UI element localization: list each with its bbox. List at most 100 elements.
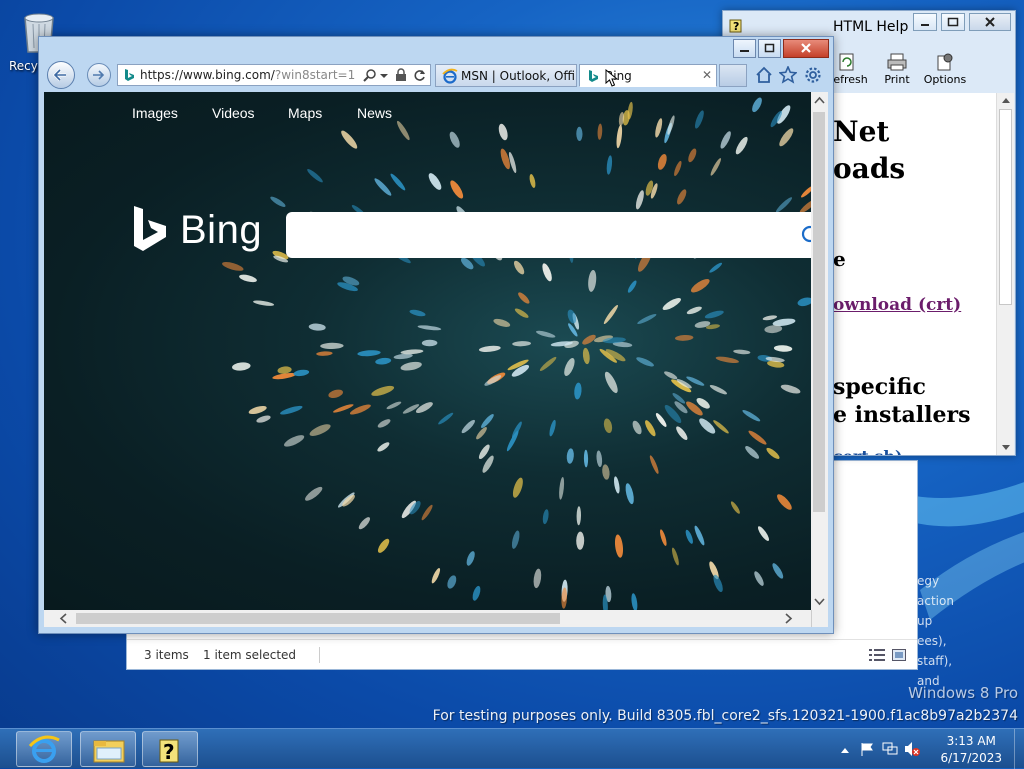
- help-scroll-thumb[interactable]: [999, 109, 1012, 305]
- paddleboard-shape: [478, 345, 501, 353]
- ie-close-button[interactable]: [783, 39, 829, 58]
- paddleboard-shape: [772, 563, 784, 579]
- close-tab-icon[interactable]: ✕: [702, 68, 712, 82]
- system-tray: 3:13 AM 6/17/2023: [834, 729, 1024, 769]
- ie-vertical-scrollbar[interactable]: [811, 92, 828, 610]
- paddleboard-shape: [248, 405, 267, 415]
- clock-date: 6/17/2023: [940, 751, 1002, 765]
- paddleboard-shape: [564, 358, 575, 376]
- selected-count: 1 item selected: [203, 648, 297, 662]
- paddleboard-shape: [539, 356, 557, 371]
- paddleboard-shape: [239, 274, 257, 283]
- ie-maximize-button[interactable]: [758, 39, 781, 58]
- tab-bing[interactable]: Bing ✕: [579, 64, 717, 87]
- paddleboard-shape: [512, 341, 531, 347]
- show-desktop-button[interactable]: [1014, 729, 1024, 769]
- paddleboard-shape: [754, 571, 764, 586]
- favorites-star-icon[interactable]: [779, 66, 797, 84]
- scrollbar-corner: [811, 610, 828, 627]
- help-heading-3: specific e installers: [833, 374, 971, 428]
- help-close-button[interactable]: [969, 13, 1011, 31]
- paddleboard-shape: [400, 349, 424, 355]
- scroll-right-arrow-icon: [785, 613, 793, 624]
- paddleboard-shape: [797, 297, 811, 307]
- ie-horizontal-scrollbar[interactable]: [44, 610, 811, 627]
- paddleboard-shape: [671, 547, 679, 566]
- bing-search-input[interactable]: [286, 212, 811, 258]
- paddleboard-shape: [466, 551, 475, 566]
- paddleboard-shape: [657, 154, 667, 170]
- paddleboard-shape: [720, 131, 731, 149]
- paddleboard-shape: [428, 173, 442, 190]
- taskbar-explorer-button[interactable]: [80, 731, 136, 767]
- help-app-icon: ?: [729, 17, 745, 33]
- ie-minimize-button[interactable]: [733, 39, 756, 58]
- home-icon[interactable]: [755, 66, 773, 84]
- paddleboard-shape: [603, 418, 613, 434]
- help-minimize-button[interactable]: [913, 13, 937, 31]
- paddleboard-shape: [377, 442, 390, 452]
- nav-videos-link[interactable]: Videos: [212, 105, 255, 121]
- paddleboard-shape: [316, 351, 333, 356]
- nav-images-link[interactable]: Images: [132, 105, 178, 121]
- paddleboard-shape: [415, 402, 433, 414]
- large-icons-view-icon[interactable]: [892, 649, 906, 661]
- paddleboard-shape: [450, 180, 464, 199]
- paddleboard-shape: [529, 174, 536, 188]
- paddleboard-shape: [649, 455, 659, 474]
- action-center-flag-icon[interactable]: [860, 742, 874, 756]
- paddleboard-shape: [341, 130, 358, 149]
- options-button[interactable]: Options: [921, 53, 969, 86]
- paddleboard-shape: [606, 155, 613, 175]
- help-maximize-button[interactable]: [941, 13, 965, 31]
- details-view-icon[interactable]: [869, 649, 885, 661]
- bing-brand-text: Bing: [180, 208, 263, 252]
- show-hidden-icons-icon[interactable]: [840, 746, 850, 754]
- ie-vertical-scroll-thumb[interactable]: [813, 112, 825, 512]
- help-content-pane: Net oads e ownload (crt) specific e inst…: [833, 93, 996, 455]
- print-button[interactable]: Print: [873, 53, 921, 86]
- taskbar-clock[interactable]: 3:13 AM 6/17/2023: [940, 733, 1002, 767]
- paddleboard-shape: [559, 476, 565, 500]
- taskbar-help-button[interactable]: ?: [142, 731, 198, 767]
- download-crt-link[interactable]: ownload (crt): [833, 295, 961, 315]
- paddleboard-shape: [733, 349, 751, 355]
- paddleboard-shape: [514, 308, 529, 318]
- paddleboard-shape: [752, 97, 762, 113]
- paddleboard-shape: [284, 435, 305, 447]
- items-count: 3 items: [144, 648, 189, 662]
- search-icon[interactable]: [798, 224, 811, 246]
- paddleboard-shape: [307, 169, 323, 183]
- paddleboard-shape: [709, 385, 727, 395]
- forward-button[interactable]: [87, 63, 111, 87]
- settings-gear-icon[interactable]: [804, 66, 822, 84]
- cert-script-link[interactable]: cert.sh): [833, 447, 903, 455]
- paddleboard-shape: [635, 190, 644, 210]
- ie-horizontal-scroll-thumb[interactable]: [76, 613, 560, 624]
- back-button[interactable]: [47, 61, 75, 89]
- taskbar-ie-button[interactable]: [16, 731, 72, 767]
- internet-explorer-window[interactable]: https://www.bing.com/?win8start=1 MSN | …: [38, 36, 834, 634]
- tab-msn[interactable]: MSN | Outlook, Offi...: [435, 64, 577, 87]
- paddleboard-shape: [614, 534, 624, 558]
- paddleboard-shape: [481, 414, 494, 428]
- paddleboard-shape: [773, 345, 793, 352]
- volume-muted-icon[interactable]: [904, 741, 920, 757]
- nav-news-link[interactable]: News: [357, 105, 392, 121]
- help-vertical-scrollbar[interactable]: [996, 93, 1014, 455]
- mouse-cursor-icon: [605, 69, 619, 87]
- network-icon[interactable]: [882, 742, 898, 756]
- paddleboard-shape: [583, 449, 589, 468]
- address-url[interactable]: https://www.bing.com/?win8start=1: [140, 68, 355, 82]
- paddleboard-shape: [461, 419, 475, 434]
- address-bar[interactable]: https://www.bing.com/?win8start=1: [117, 64, 431, 86]
- paddleboard-shape: [309, 424, 331, 436]
- scroll-down-arrow-icon: [814, 598, 825, 606]
- new-tab-button[interactable]: [719, 64, 747, 87]
- paddleboard-shape: [685, 529, 693, 544]
- help-heading-1: Net oads: [833, 115, 906, 185]
- nav-maps-link[interactable]: Maps: [288, 105, 322, 121]
- paddleboard-shape: [664, 371, 678, 380]
- paddleboard-shape: [631, 593, 638, 610]
- paddleboard-shape: [625, 483, 634, 505]
